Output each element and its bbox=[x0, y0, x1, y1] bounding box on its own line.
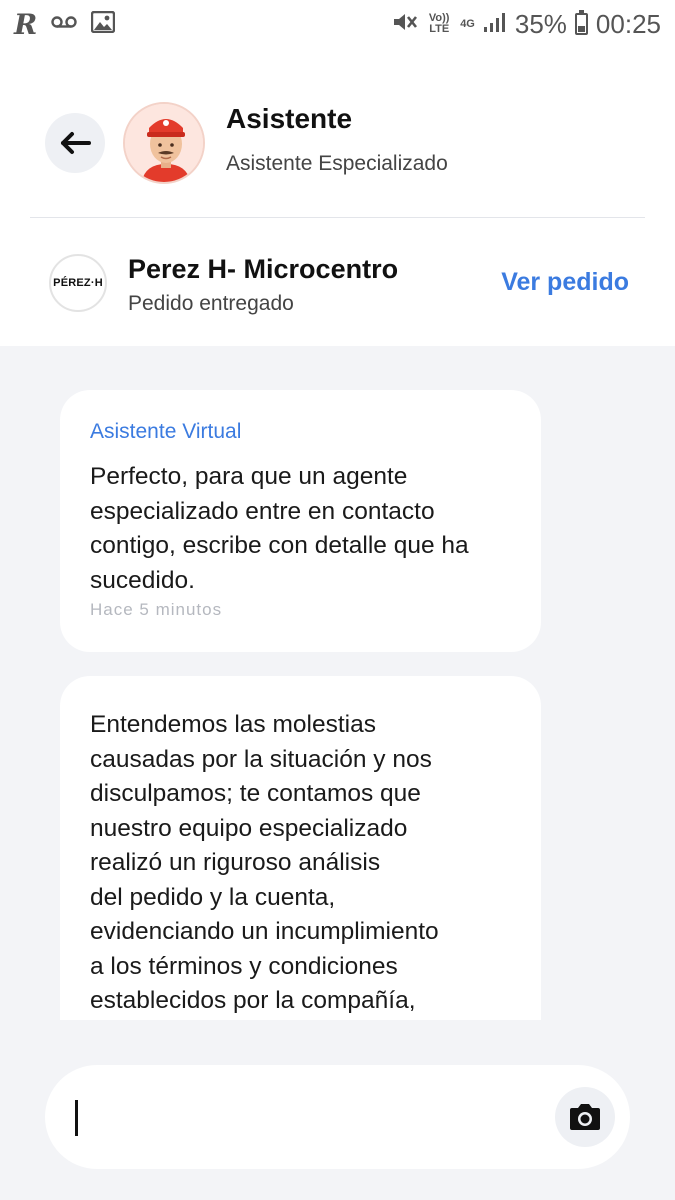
mute-icon bbox=[392, 9, 418, 40]
message-time: Hace 5 minutos bbox=[90, 600, 223, 619]
network-4g-icon: 4G bbox=[460, 17, 475, 30]
gallery-icon bbox=[91, 10, 116, 38]
page-subtitle: Asistente Especializado bbox=[226, 152, 448, 175]
signal-icon bbox=[483, 9, 507, 40]
clock: 00:25 bbox=[595, 8, 661, 39]
message-line: causadas por la situación y nos bbox=[90, 745, 432, 773]
status-bar: R Vo)) LTE 4G 35% 00:25 bbox=[0, 0, 675, 48]
message-bubble: Entendemos las molestias causadas por la… bbox=[60, 676, 541, 1020]
battery-percent: 35% bbox=[514, 8, 567, 39]
message-bubble: Asistente Virtual Perfecto, para que un … bbox=[60, 390, 541, 652]
camera-icon bbox=[570, 1104, 600, 1130]
page-title: Asistente bbox=[226, 103, 353, 134]
message-sender: Asistente Virtual bbox=[90, 420, 242, 443]
message-input[interactable] bbox=[45, 1065, 630, 1169]
message-line: realizó un riguroso análisis bbox=[90, 849, 381, 876]
text-cursor bbox=[75, 1100, 78, 1136]
message-line: evidenciando un incumplimiento bbox=[90, 918, 439, 945]
view-order-link[interactable]: Ver pedido bbox=[501, 268, 629, 297]
message-line: Entendemos las molestias bbox=[90, 711, 376, 738]
avatar bbox=[123, 102, 205, 184]
store-logo: PÉREZ·H bbox=[49, 254, 107, 312]
back-button[interactable] bbox=[45, 113, 105, 173]
message-text: Entendemos las molestias causadas por la… bbox=[90, 708, 511, 1019]
order-status: Pedido entregado bbox=[128, 292, 294, 315]
chat-header: Asistente Asistente Especializado bbox=[0, 48, 675, 218]
app-r-icon: R bbox=[14, 7, 38, 41]
battery-icon bbox=[574, 10, 588, 35]
message-line: nuestro equipo especializado bbox=[90, 814, 408, 842]
assistant-avatar-icon bbox=[125, 104, 203, 182]
voicemail-icon bbox=[51, 15, 77, 34]
order-summary: PÉREZ·H Perez H- Microcentro Pedido entr… bbox=[0, 218, 675, 346]
message-line: establecidos por la compañía, bbox=[90, 987, 416, 1014]
message-text: Perfecto, para que un agente especializa… bbox=[90, 463, 469, 594]
message-line: disculpamos; te contamos que bbox=[90, 780, 421, 807]
message-line: del pedido y la cuenta, bbox=[90, 883, 336, 911]
volte-icon: Vo)) LTE bbox=[428, 12, 450, 35]
store-name: Perez H- Microcentro bbox=[128, 254, 399, 284]
camera-button[interactable] bbox=[555, 1087, 615, 1147]
message-line: a los términos y condiciones bbox=[90, 952, 398, 980]
chat-area[interactable]: Asistente Virtual Perfecto, para que un … bbox=[0, 346, 675, 1200]
arrow-left-icon bbox=[61, 132, 91, 154]
